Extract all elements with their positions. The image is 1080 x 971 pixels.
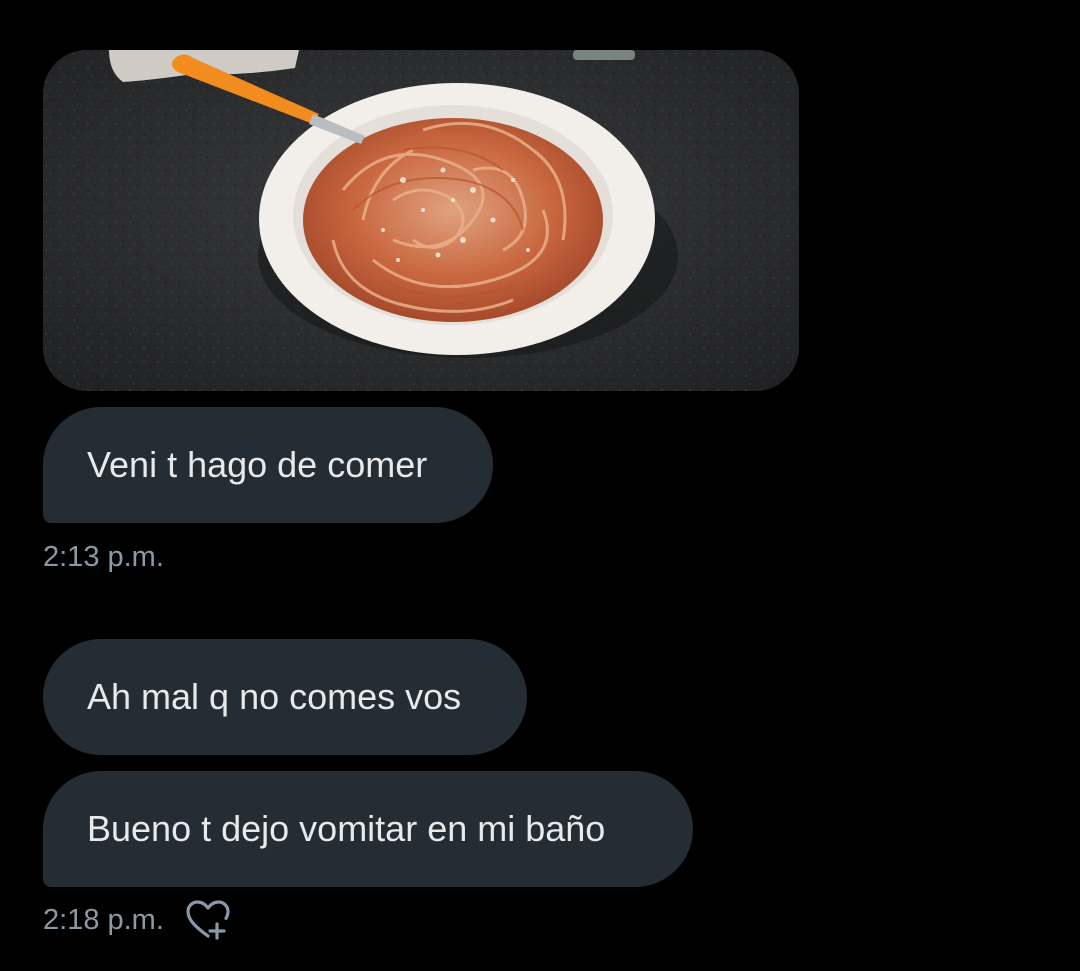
message-bubble[interactable]: Veni t hago de comer (43, 407, 493, 523)
heart-plus-icon (186, 900, 230, 940)
timestamp: 2:18 p.m. (43, 904, 164, 936)
message-text: Bueno t dejo vomitar en mi baño (87, 808, 606, 849)
timestamp: 2:13 p.m. (43, 541, 164, 573)
message-bubble[interactable]: Bueno t dejo vomitar en mi baño (43, 771, 693, 887)
image-message[interactable] (43, 50, 799, 391)
spaghetti-photo (43, 50, 799, 391)
message-text: Ah mal q no comes vos (87, 676, 462, 717)
add-reaction-button[interactable] (184, 898, 232, 942)
message-bubble[interactable]: Ah mal q no comes vos (43, 639, 527, 755)
message-text: Veni t hago de comer (87, 444, 428, 485)
